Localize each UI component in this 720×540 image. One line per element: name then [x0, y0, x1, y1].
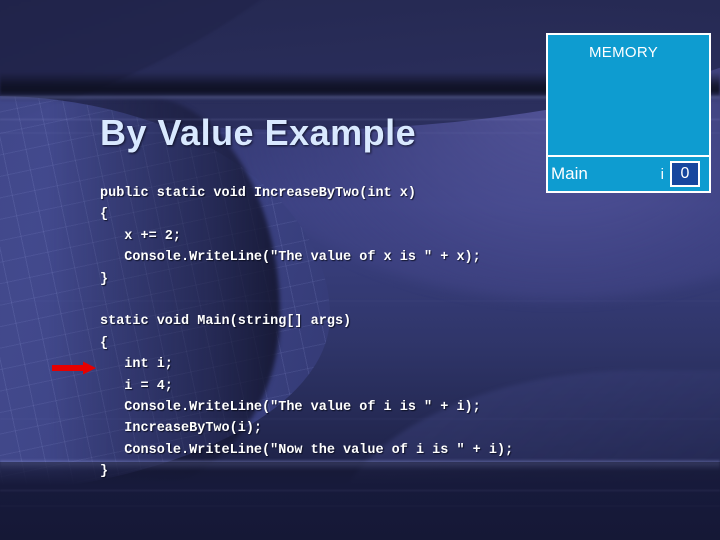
- memory-variable: i 0: [661, 161, 700, 187]
- stack-frame-name: Main: [551, 164, 588, 183]
- code-line: static void Main(string[] args): [100, 314, 352, 330]
- memory-stack-frame: Main i 0: [548, 157, 709, 191]
- variable-name: i: [660, 165, 664, 183]
- code-line: IncreaseByTwo(i);: [100, 421, 263, 437]
- code-line: }: [100, 271, 109, 287]
- background-sheen-line-6: [0, 505, 720, 507]
- slide-canvas: By Value Example public static void Incr…: [0, 0, 720, 540]
- code-line: x += 2;: [100, 228, 182, 244]
- code-line: Console.WriteLine("The value of i is " +…: [100, 400, 481, 416]
- right-arrow-icon: [52, 361, 96, 375]
- code-line: }: [100, 464, 109, 480]
- code-line: {: [100, 335, 109, 351]
- code-line: Console.WriteLine("Now the value of i is…: [100, 442, 514, 458]
- code-line: i = 4;: [100, 378, 173, 394]
- background-sheen-line-5: [0, 489, 720, 492]
- code-block: public static void IncreaseByTwo(int x){…: [100, 183, 630, 483]
- code-line: int i;: [100, 357, 173, 373]
- code-line: Console.WriteLine("The value of x is " +…: [100, 250, 481, 266]
- variable-value-box: 0: [670, 161, 700, 187]
- memory-panel: MEMORY Main i 0: [546, 33, 711, 193]
- code-line: {: [100, 207, 109, 223]
- slide-title: By Value Example: [100, 112, 417, 153]
- memory-panel-title: MEMORY: [588, 44, 659, 61]
